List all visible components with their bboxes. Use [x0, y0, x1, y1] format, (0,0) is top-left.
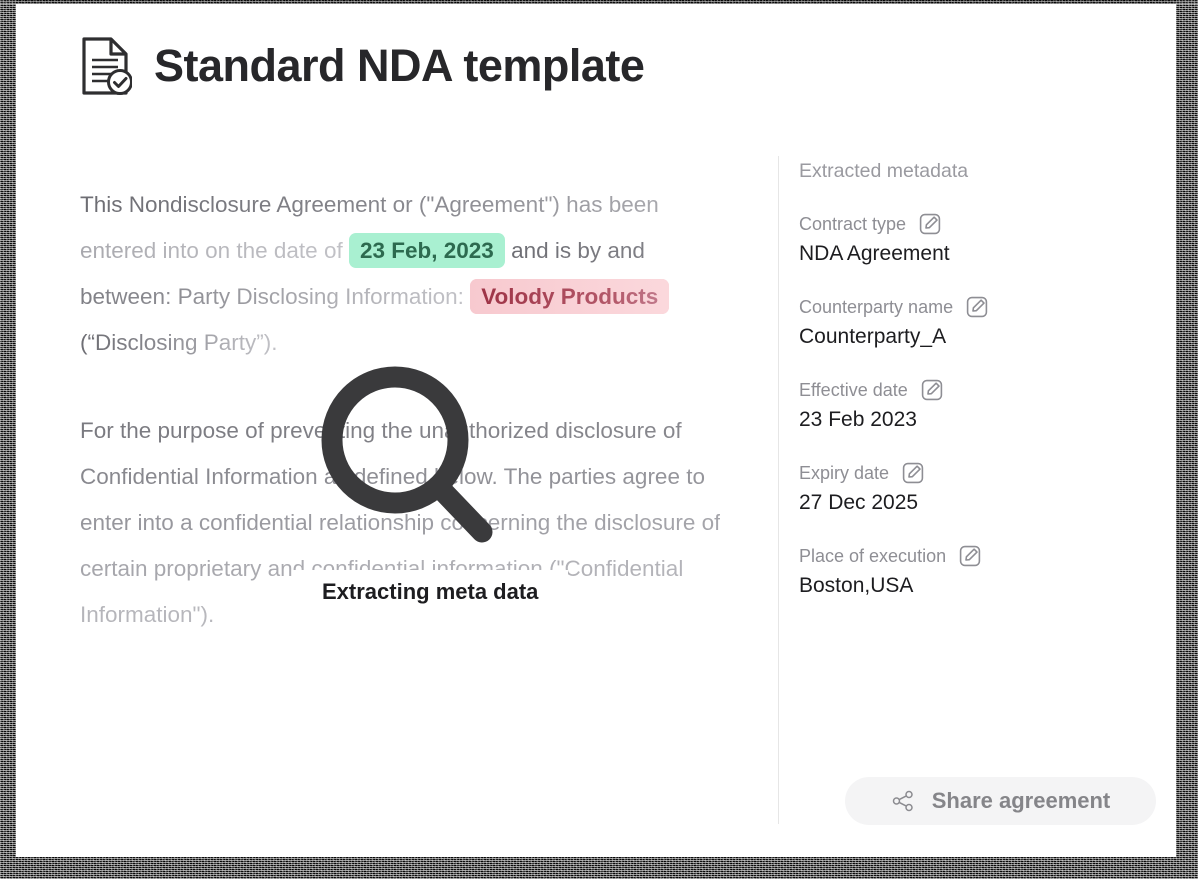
share-agreement-label: Share agreement: [931, 788, 1111, 813]
frame-border-right: [1176, 0, 1198, 879]
metadata-field-expiry-date: Expiry date 27 Dec 2025: [799, 462, 1129, 515]
metadata-label-row: Expiry date: [799, 462, 1129, 484]
extracting-status-label: Extracting meta data: [292, 570, 569, 614]
metadata-field-contract-type: Contract type NDA Agreement: [799, 213, 1129, 266]
metadata-label-row: Place of execution: [799, 545, 1129, 567]
pencil-edit-icon[interactable]: [919, 213, 941, 235]
highlight-disclosing-party[interactable]: Volody Products: [470, 279, 670, 314]
column-divider: [778, 156, 779, 824]
document-paragraph-1: This Nondisclosure Agreement or ("Agreem…: [80, 182, 740, 366]
metadata-label-row: Counterparty name: [799, 296, 1129, 318]
pencil-edit-icon[interactable]: [966, 296, 988, 318]
pencil-edit-icon[interactable]: [902, 462, 924, 484]
metadata-field-value: NDA Agreement: [799, 242, 950, 265]
metadata-field-value: 27 Dec 2025: [799, 491, 919, 514]
metadata-field-label: Effective date: [799, 379, 908, 400]
share-nodes-icon: [892, 790, 913, 812]
metadata-field-value: Boston,USA: [799, 574, 914, 597]
metadata-field-value: Counterparty_A: [799, 325, 947, 348]
metadata-field-label: Counterparty name: [799, 296, 954, 317]
metadata-field-label: Expiry date: [799, 462, 890, 483]
pencil-edit-icon[interactable]: [921, 379, 943, 401]
metadata-field-label: Place of execution: [799, 545, 947, 566]
metadata-label-row: Contract type: [799, 213, 1129, 235]
pencil-edit-icon[interactable]: [959, 545, 981, 567]
metadata-field-place-of-execution: Place of execution Boston,USA: [799, 545, 1129, 598]
metadata-field-label: Contract type: [799, 213, 907, 234]
paragraph-1-text-part-3: (“Disclosing Party”).: [80, 330, 278, 355]
document-card: Standard NDA template This Nondisclosure…: [16, 4, 1176, 857]
metadata-sidebar: Extracted metadata Contract type NDA Agr…: [799, 160, 1129, 628]
highlight-effective-date[interactable]: 23 Feb, 2023: [348, 233, 505, 268]
frame-border-left: [0, 0, 16, 879]
metadata-field-counterparty-name: Counterparty name Counterparty_A: [799, 296, 1129, 349]
frame-border-bottom: [0, 857, 1198, 879]
metadata-field-value: 23 Feb 2023: [799, 408, 917, 431]
metadata-field-effective-date: Effective date 23 Feb 2023: [799, 379, 1129, 432]
screenshot-frame: Standard NDA template This Nondisclosure…: [0, 0, 1198, 879]
document-check-icon: [82, 37, 132, 95]
share-agreement-button[interactable]: Share agreement: [845, 777, 1156, 825]
page-header: Standard NDA template: [80, 36, 645, 96]
highlight-disclosing-party-label: Volody Products: [481, 284, 659, 309]
metadata-label-row: Effective date: [799, 379, 1129, 401]
page-title: Standard NDA template: [154, 40, 645, 91]
metadata-heading: Extracted metadata: [799, 160, 969, 182]
